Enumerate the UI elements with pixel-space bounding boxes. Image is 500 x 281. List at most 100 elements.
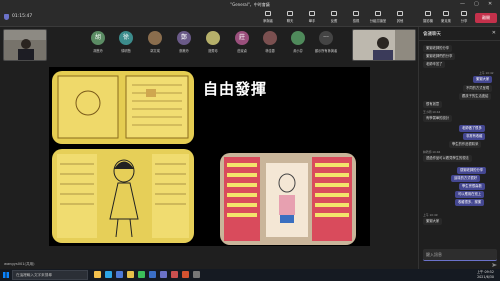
avatar: 徐 bbox=[119, 31, 133, 45]
leave-button[interactable]: 離開 bbox=[475, 13, 497, 23]
slide-title: 自由發揮 bbox=[203, 80, 268, 98]
meeting-toolbar: 01:15:47 參與者 聊天 舉手 反應 檢視 分組討論室 其他 攝影機 麥克… bbox=[0, 9, 500, 27]
avatar bbox=[291, 31, 305, 45]
participant-tile[interactable]: 徐 徐明慧 bbox=[114, 29, 138, 63]
chat-message: 謝謝老師的分享 bbox=[423, 45, 453, 52]
student-work-image bbox=[52, 71, 194, 144]
word-icon[interactable] bbox=[149, 271, 156, 278]
edge-icon[interactable] bbox=[105, 271, 112, 278]
sharing-caption: wangys001(共用) bbox=[4, 262, 35, 266]
minimize-button[interactable]: — bbox=[460, 1, 465, 7]
view-button[interactable]: 檢視 bbox=[346, 11, 366, 26]
participant-name: 徐明慧 bbox=[121, 49, 131, 53]
participant-tile[interactable]: 莊 莊淑貞 bbox=[230, 29, 254, 63]
chat-message: 這樣的方式很好 bbox=[451, 175, 481, 182]
mic-icon bbox=[443, 11, 449, 16]
chat-message: 跟孩子的生活連結 bbox=[459, 93, 492, 100]
taskbar: 在這裡輸入文字來搜尋 上午 09:52 2021/6/30 bbox=[0, 269, 500, 281]
reaction-button[interactable]: 反應 bbox=[324, 11, 344, 26]
reaction-icon bbox=[331, 11, 337, 16]
avatar bbox=[263, 31, 277, 45]
message-timestamp: 王小明 10:44 bbox=[423, 110, 441, 114]
chat-message: 很有創意 bbox=[423, 101, 443, 108]
taskbar-search[interactable]: 在這裡輸入文字來搜尋 bbox=[12, 270, 88, 280]
camera-icon bbox=[425, 11, 431, 16]
participant-tile[interactable]: 鄭 鄭美玲 bbox=[172, 29, 196, 63]
mic-button[interactable]: 麥克風 bbox=[436, 11, 456, 26]
self-video[interactable] bbox=[352, 29, 416, 61]
store-icon[interactable] bbox=[116, 271, 123, 278]
participant-tile[interactable]: 郭文瑛 bbox=[143, 29, 167, 63]
chrome-icon[interactable] bbox=[127, 271, 134, 278]
participant-name: 顯示所有參與者 bbox=[314, 49, 338, 53]
participants-button[interactable]: 參與者 bbox=[258, 11, 278, 26]
participant-name: 施秀珍 bbox=[208, 49, 218, 53]
send-icon[interactable] bbox=[492, 263, 497, 267]
participant-tile[interactable]: 林佳蓉 bbox=[258, 29, 282, 63]
poster-image bbox=[220, 153, 356, 245]
chat-message: 不同的方式呈現 bbox=[463, 85, 493, 92]
powerpoint-icon[interactable] bbox=[182, 271, 189, 278]
system-clock[interactable]: 上午 09:52 2021/6/30 bbox=[477, 270, 494, 280]
more-button[interactable]: 其他 bbox=[390, 11, 410, 26]
clock-date: 2021/6/30 bbox=[477, 275, 494, 279]
message-timestamp: 上午 10:49 bbox=[423, 213, 438, 217]
participant-name: 莊淑貞 bbox=[237, 49, 247, 53]
participant-name: 林佳蓉 bbox=[265, 49, 275, 53]
windows-start-icon[interactable] bbox=[3, 272, 9, 278]
participant-name: 郭文瑛 bbox=[150, 49, 160, 53]
chat-message: 收穫很多，謝謝 bbox=[455, 199, 485, 206]
rooms-button[interactable]: 分組討論室 bbox=[368, 11, 388, 26]
chat-message: 感謝老師的分享 bbox=[457, 167, 487, 174]
avatar: 莊 bbox=[235, 31, 249, 45]
chat-message: 有學習單的設計 bbox=[423, 115, 453, 122]
presenter-video[interactable] bbox=[3, 29, 47, 61]
chat-message: 可以應用在班上 bbox=[455, 191, 485, 198]
chat-panel: 會議聊天 ✕ 謝謝老師的分享 謝謝老師們的分享 老師辛苦了 上午 10:42 謝… bbox=[418, 27, 500, 269]
participant-tile[interactable]: 胡 胡慧玲 bbox=[86, 29, 110, 63]
chat-header: 會議聊天 ✕ bbox=[419, 27, 500, 41]
chat-message: 學生的作品很精采 bbox=[449, 141, 482, 148]
avatar: 鄭 bbox=[177, 31, 191, 45]
participant-tile[interactable]: 黃小芬 bbox=[286, 29, 310, 63]
participant-name: 胡慧玲 bbox=[93, 49, 103, 53]
meeting-timer: 01:15:47 bbox=[12, 14, 33, 19]
message-timestamp: 上午 10:42 bbox=[479, 71, 494, 75]
message-timestamp: 林老師 10:46 bbox=[423, 150, 441, 154]
raise-hand-button[interactable]: 舉手 bbox=[302, 11, 322, 26]
participant-name: 鄭美玲 bbox=[179, 49, 189, 53]
chat-icon bbox=[287, 11, 293, 16]
chat-message: 學生會很喜歡 bbox=[459, 183, 485, 190]
teams-icon[interactable] bbox=[160, 271, 167, 278]
shield-icon bbox=[4, 14, 9, 20]
presenter-video-image bbox=[4, 30, 46, 60]
chat-button[interactable]: 聊天 bbox=[280, 11, 300, 26]
chat-message: 謝謝大家 bbox=[423, 218, 443, 225]
slide-photo-2 bbox=[52, 149, 194, 243]
photo-icon[interactable] bbox=[171, 271, 178, 278]
camera-button[interactable]: 攝影機 bbox=[418, 11, 438, 26]
people-icon bbox=[265, 11, 271, 16]
close-icon[interactable]: ✕ bbox=[492, 30, 496, 36]
chat-message: 透過作品可以看見學生的想法 bbox=[423, 155, 472, 162]
line-icon[interactable] bbox=[138, 271, 145, 278]
slide-photo-1 bbox=[52, 71, 194, 144]
share-button[interactable]: 分享 bbox=[454, 11, 474, 26]
slide-photo-3 bbox=[220, 153, 356, 245]
title-bar: "General"，中时會議 — ▢ ✕ bbox=[0, 0, 500, 9]
show-all-participants-button[interactable]: ··· 顯示所有參與者 bbox=[314, 29, 338, 63]
close-window-button[interactable]: ✕ bbox=[488, 1, 492, 7]
window-title: "General"，中时會議 bbox=[230, 2, 270, 7]
chat-input[interactable]: 鍵入訊息 bbox=[423, 249, 497, 261]
file-explorer-icon[interactable] bbox=[94, 271, 101, 278]
self-video-image bbox=[353, 30, 415, 60]
avatar bbox=[148, 31, 162, 45]
participant-tile[interactable]: 施秀珍 bbox=[201, 29, 225, 63]
chat-message: 非常有收穫 bbox=[463, 133, 486, 140]
more-icon bbox=[397, 11, 403, 16]
rooms-icon bbox=[375, 11, 381, 16]
chat-title: 會議聊天 bbox=[423, 32, 441, 37]
student-drawing-image bbox=[52, 149, 194, 243]
maximize-button[interactable]: ▢ bbox=[474, 1, 479, 7]
settings-icon[interactable] bbox=[193, 271, 200, 278]
